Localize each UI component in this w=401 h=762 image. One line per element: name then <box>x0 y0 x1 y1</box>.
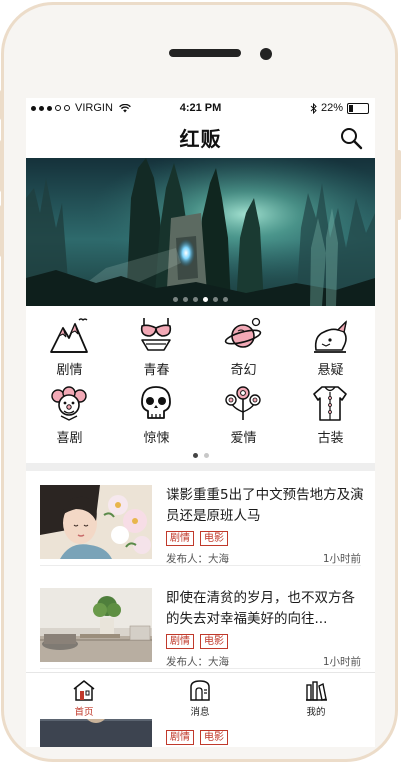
category-label: 青春 <box>143 363 170 378</box>
article-time: 1小时前 <box>322 656 361 668</box>
tab-label: 我的 <box>306 707 326 718</box>
banner-image <box>26 158 375 306</box>
speaker <box>169 49 241 57</box>
article-item[interactable]: 即使在清贫的岁月，也不双方各的失去对幸福美好的向往... 剧情 电影 发布人：大… <box>26 574 375 669</box>
category-grid: 剧情 青春 奇幻 悬疑 喜剧 惊悚 爱情 古装 <box>26 316 375 461</box>
category-page-dot[interactable] <box>203 453 209 458</box>
clown-icon <box>51 386 87 421</box>
bikini-icon <box>140 318 172 351</box>
category-romance[interactable]: 爱情 <box>200 384 287 450</box>
front-camera <box>260 48 272 60</box>
category-mystery[interactable]: 悬疑 <box>287 316 374 382</box>
flower-icon <box>225 386 261 420</box>
search-icon[interactable] <box>339 126 363 150</box>
category-costume[interactable]: 古装 <box>287 384 374 450</box>
banner-dot-active[interactable] <box>203 297 208 302</box>
banner-dot[interactable] <box>223 297 228 302</box>
category-label: 悬疑 <box>317 363 344 378</box>
profile-icon <box>306 681 327 701</box>
tag-badge[interactable]: 剧情 <box>166 531 194 546</box>
tab-messages[interactable]: 消息 <box>142 673 258 719</box>
banner-indicators <box>26 297 375 302</box>
banner-dot[interactable] <box>193 297 198 302</box>
category-label: 剧情 <box>56 363 83 378</box>
category-label: 惊悚 <box>143 431 170 446</box>
article-item[interactable]: 谍影重重5出了中文预告地方及演员还是原班人马 剧情 电影 发布人：大海 1小时前 <box>26 471 375 566</box>
row-divider <box>40 668 361 669</box>
side-button <box>0 140 4 192</box>
category-label: 喜剧 <box>56 431 83 446</box>
category-drama[interactable]: 剧情 <box>26 316 113 382</box>
battery-icon <box>347 102 369 114</box>
category-comedy[interactable]: 喜剧 <box>26 384 113 450</box>
row-divider <box>40 565 361 566</box>
article-author: 发布人：大海 <box>166 656 229 668</box>
article-time: 1小时前 <box>322 553 361 565</box>
article-tags: 剧情 电影 <box>166 634 228 649</box>
tag-badge[interactable]: 剧情 <box>166 634 194 649</box>
message-icon <box>190 680 210 701</box>
tab-bar: 首页 消息 我的 <box>26 672 375 719</box>
mountain-icon <box>50 318 88 353</box>
status-bar: VIRGIN 4:21 PM 22% <box>26 98 375 118</box>
banner-dot[interactable] <box>173 297 178 302</box>
skull-icon <box>141 386 171 419</box>
category-youth[interactable]: 青春 <box>113 316 200 382</box>
article-title[interactable]: 即使在清贫的岁月，也不双方各的失去对幸福美好的向往... <box>166 588 366 630</box>
banner-dot[interactable] <box>213 297 218 302</box>
category-label: 爱情 <box>230 431 257 446</box>
status-right: 22% <box>310 102 369 114</box>
article-thumbnail <box>40 588 152 662</box>
article-title[interactable]: 谍影重重5出了中文预告地方及演员还是原班人马 <box>166 485 366 527</box>
banner-carousel[interactable] <box>26 158 375 306</box>
side-button <box>0 205 4 257</box>
category-thriller[interactable]: 惊悚 <box>113 384 200 450</box>
tab-label: 消息 <box>190 707 210 718</box>
side-button <box>0 90 4 120</box>
tab-label: 首页 <box>74 707 94 718</box>
beast-icon <box>314 320 347 353</box>
article-tags: 剧情 电影 <box>166 730 228 745</box>
tab-home[interactable]: 首页 <box>26 673 142 719</box>
tag-badge[interactable]: 电影 <box>200 531 228 546</box>
section-divider <box>26 463 375 471</box>
app-title: 红贩 <box>179 127 222 151</box>
nav-bar: 红贩 <box>26 118 375 158</box>
category-fantasy[interactable]: 奇幻 <box>200 316 287 382</box>
tab-profile[interactable]: 我的 <box>258 673 374 719</box>
category-page-dot-active[interactable] <box>192 453 198 458</box>
side-button <box>397 150 401 220</box>
battery-percent: 22% <box>320 102 343 114</box>
banner-dot[interactable] <box>183 297 188 302</box>
category-page-indicators <box>26 453 375 458</box>
robe-icon <box>313 386 347 421</box>
article-thumbnail <box>40 485 152 559</box>
tag-badge[interactable]: 电影 <box>200 730 228 745</box>
bluetooth-icon <box>310 102 317 114</box>
article-author: 发布人：大海 <box>166 553 229 565</box>
article-tags: 剧情 电影 <box>166 531 228 546</box>
app-screen: VIRGIN 4:21 PM 22% 红贩 剧情 青春 奇幻 悬疑 喜剧 惊悚 … <box>26 98 375 747</box>
tag-badge[interactable]: 剧情 <box>166 730 194 745</box>
planet-icon <box>224 317 262 348</box>
category-label: 奇幻 <box>230 363 257 378</box>
tag-badge[interactable]: 电影 <box>200 634 228 649</box>
category-label: 古装 <box>317 431 344 446</box>
home-icon <box>73 680 95 701</box>
